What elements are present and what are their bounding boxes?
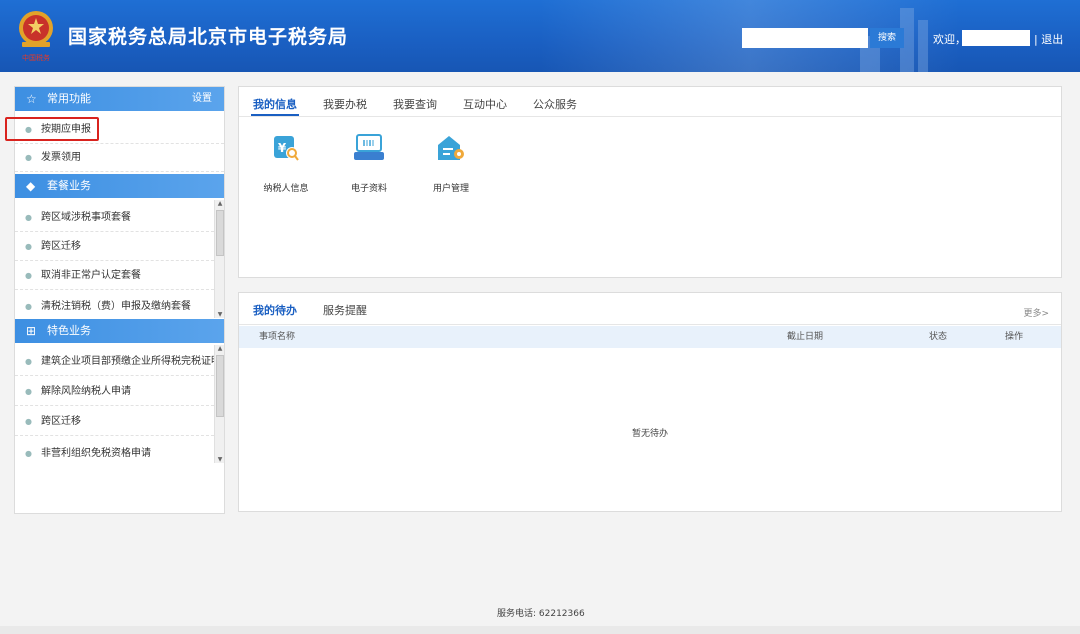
- logout-link[interactable]: | 退出: [1034, 31, 1063, 47]
- tab-interaction[interactable]: 互动中心: [463, 96, 507, 112]
- app-label: 电子资料: [350, 184, 387, 194]
- bullet-icon: ●: [25, 417, 32, 426]
- sidebar-item-label: 跨区迁移: [41, 241, 81, 252]
- app-taxpayer-info[interactable]: ¥ 纳税人信息: [251, 131, 321, 194]
- app-electronic-data[interactable]: 电子资料: [334, 131, 404, 194]
- sidebar-item-package[interactable]: ● 清税注销税（费）申报及缴纳套餐: [15, 296, 214, 318]
- sidebar-item-label: 跨区域涉税事项套餐: [41, 212, 131, 223]
- package-services-header: ◆ 套餐业务: [15, 174, 224, 198]
- settings-link[interactable]: 设置: [192, 87, 212, 111]
- todo-table-header: 事项名称 截止日期 状态 操作: [239, 326, 1061, 348]
- sidebar: ☆ 常用功能 设置 ● 按期应申报 ● 发票领用 ◆ 套餐业务 ● 跨区域涉税事…: [14, 86, 225, 514]
- service-phone: 服务电话: 62212366: [497, 609, 585, 619]
- app-user-management[interactable]: 用户管理: [416, 131, 486, 194]
- highlight-frame: [5, 117, 99, 141]
- sidebar-item-label: 清税注销税（费）申报及缴纳套餐: [41, 301, 191, 312]
- bullet-icon: ●: [25, 449, 32, 458]
- taxpayer-info-icon: ¥: [274, 136, 299, 161]
- scroll-thumb[interactable]: [216, 210, 224, 256]
- sidebar-item-invoice[interactable]: ● 发票领用: [15, 144, 224, 172]
- sidebar-item-special[interactable]: ● 跨区迁移: [15, 408, 214, 436]
- more-link[interactable]: 更多>: [1023, 306, 1049, 319]
- bullet-icon: ●: [25, 271, 32, 280]
- sidebar-item-label: 取消非正常户认定套餐: [41, 270, 141, 281]
- special-scrollbar[interactable]: ▲ ▼: [214, 345, 224, 463]
- sidebar-item-label: 非营利组织免税资格申请: [41, 448, 151, 459]
- site-title: 国家税务总局北京市电子税务局: [68, 26, 349, 48]
- todo-tabbar: 我的待办 服务提醒 更多>: [239, 293, 1061, 325]
- bullet-icon: ●: [25, 302, 32, 311]
- star-icon: ☆: [26, 92, 37, 106]
- column-header: 截止日期: [787, 332, 824, 342]
- scroll-up-icon[interactable]: ▲: [215, 200, 225, 207]
- scroll-down-icon[interactable]: ▼: [215, 456, 225, 463]
- column-header: 状态: [929, 332, 948, 342]
- username-field: [962, 30, 1030, 46]
- bullet-icon: ●: [25, 357, 32, 366]
- site-header: 中国税务 国家税务总局北京市电子税务局 搜索 欢迎， | 退出: [0, 0, 1080, 72]
- grid-icon: ⊞: [26, 324, 37, 338]
- sidebar-item-label: 发票领用: [41, 152, 81, 163]
- column-header: 事项名称: [259, 332, 296, 342]
- my-todo-panel: 我的待办 服务提醒 更多> 事项名称 截止日期 状态 操作 暂无待办: [238, 292, 1062, 512]
- bullet-icon: ●: [25, 153, 32, 162]
- section-title: 套餐业务: [47, 179, 91, 192]
- building-decoration: [918, 20, 928, 72]
- tab-tax-handling[interactable]: 我要办税: [323, 96, 367, 112]
- bullet-icon: ●: [25, 387, 32, 396]
- special-services-header: ⊞ 特色业务: [15, 319, 224, 343]
- sidebar-item-package[interactable]: ● 取消非正常户认定套餐: [15, 262, 214, 290]
- tab-query[interactable]: 我要查询: [393, 96, 437, 112]
- sidebar-item-package[interactable]: ● 跨区迁移: [15, 233, 214, 261]
- tab-my-todo[interactable]: 我的待办: [253, 302, 297, 318]
- electronic-data-icon: [354, 134, 384, 160]
- scroll-up-icon[interactable]: ▲: [215, 345, 225, 352]
- common-functions-header: ☆ 常用功能 设置: [15, 87, 224, 111]
- sidebar-item-special[interactable]: ● 解除风险纳税人申请: [15, 378, 214, 406]
- tab-service-reminder[interactable]: 服务提醒: [323, 302, 367, 318]
- sidebar-item-label: 跨区迁移: [41, 416, 81, 427]
- sidebar-item-label: 解除风险纳税人申请: [41, 386, 131, 397]
- app-label: 纳税人信息: [263, 184, 309, 194]
- search-input[interactable]: [742, 28, 868, 48]
- tax-emblem-logo: 中国税务: [14, 8, 58, 64]
- footer-bar: [0, 626, 1080, 634]
- scroll-thumb[interactable]: [216, 355, 224, 417]
- layers-icon: ◆: [26, 179, 36, 193]
- sidebar-item-package[interactable]: ● 跨区域涉税事项套餐: [15, 204, 214, 232]
- svg-text:¥: ¥: [278, 141, 287, 155]
- sidebar-item-special[interactable]: ● 非营利组织免税资格申请: [15, 440, 214, 468]
- active-tab-indicator: [251, 114, 299, 116]
- my-info-panel: 我的信息 我要办税 我要查询 互动中心 公众服务 ¥ 纳税人信息 电子资料 用户…: [238, 86, 1062, 278]
- tab-my-info[interactable]: 我的信息: [253, 96, 297, 112]
- package-scrollbar[interactable]: ▲ ▼: [214, 200, 224, 318]
- bullet-icon: ●: [25, 242, 32, 251]
- sidebar-item-label: 建筑企业项目部预缴企业所得税完税证明...: [41, 356, 214, 367]
- scroll-down-icon[interactable]: ▼: [215, 311, 225, 318]
- user-management-icon: [438, 136, 464, 160]
- search-button[interactable]: 搜索: [870, 28, 904, 48]
- bullet-icon: ●: [25, 213, 32, 222]
- section-title: 常用功能: [47, 92, 91, 105]
- tab-public-service[interactable]: 公众服务: [533, 96, 577, 112]
- column-header: 操作: [1005, 332, 1024, 342]
- app-label: 用户管理: [432, 184, 469, 194]
- svg-text:中国税务: 中国税务: [22, 53, 50, 62]
- section-title: 特色业务: [47, 324, 91, 337]
- sidebar-item-special[interactable]: ● 建筑企业项目部预缴企业所得税完税证明...: [15, 348, 214, 376]
- info-tabbar: 我的信息 我要办税 我要查询 互动中心 公众服务: [239, 87, 1061, 117]
- empty-state-text: 暂无待办: [632, 429, 669, 439]
